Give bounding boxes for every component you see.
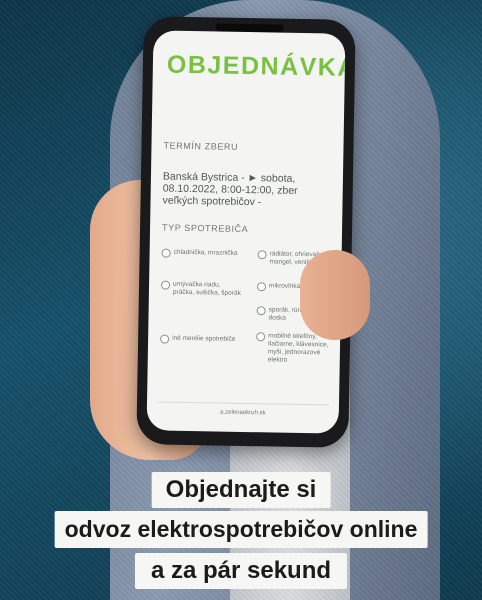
pickup-term-label: TERMÍN ZBERU (163, 140, 239, 152)
option-label: umývačka riadu, práčka, sušička, šporák (172, 280, 241, 297)
option-washer[interactable]: umývačka riadu, práčka, sušička, šporák (160, 280, 243, 298)
caption-line-1: Objednajte si (151, 472, 331, 508)
caption-line-2: odvoz elektrospotrebičov online (54, 511, 428, 548)
option-label: iné menšie spotrebiče (172, 334, 236, 343)
radio-button[interactable] (160, 280, 171, 290)
smartphone: OBJEDNÁVKA TERMÍN ZBERU Banská Bystrica … (136, 16, 356, 448)
appliance-type-label: TYP SPOTREBIČA (161, 222, 249, 235)
radio-button[interactable] (256, 332, 266, 342)
fingers (300, 250, 370, 340)
radio-button[interactable] (257, 250, 267, 260)
radio-button[interactable] (161, 248, 171, 258)
caption-block: Objednajte si odvoz elektrospotrebičov o… (0, 470, 482, 600)
url-bar: a.zelenaokruh.sk (156, 401, 330, 424)
radio-button[interactable] (256, 282, 267, 292)
radio-button[interactable] (160, 334, 170, 344)
phone-screen: OBJEDNÁVKA TERMÍN ZBERU Banská Bystrica … (146, 30, 346, 434)
order-title: OBJEDNÁVKA (166, 50, 346, 82)
pickup-term-value[interactable]: Banská Bystrica - ► sobota, 08.10.2022, … (162, 171, 333, 210)
option-small-appliances[interactable]: iné menšie spotrebiče (160, 334, 242, 345)
radio-button[interactable] (256, 306, 266, 316)
option-label: chladnička, mraznička (173, 248, 238, 257)
caption-line-3: a za pár sekund (134, 553, 348, 589)
option-fridge[interactable]: chladnička, mraznička (161, 248, 244, 259)
